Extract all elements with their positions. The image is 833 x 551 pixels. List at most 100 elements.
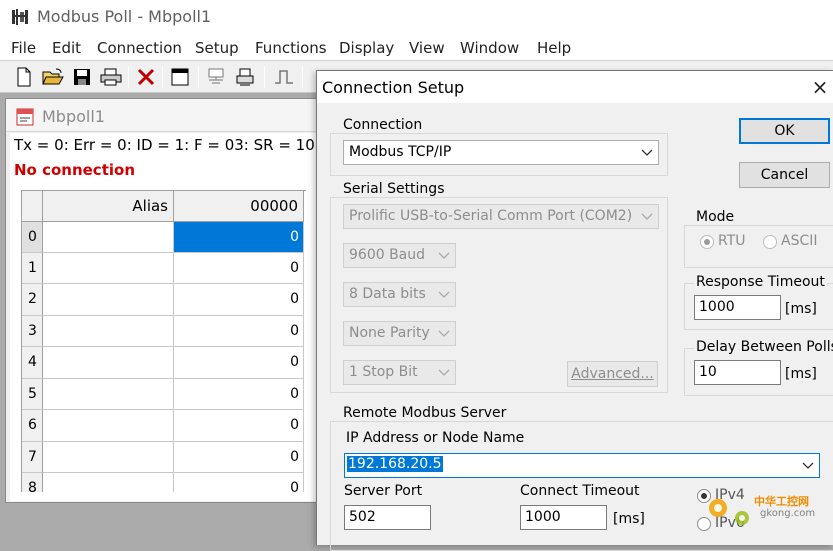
ok-button[interactable]: OK: [739, 118, 830, 144]
delete-icon[interactable]: [134, 65, 158, 89]
menu-connection[interactable]: Connection: [97, 39, 182, 57]
pulse-icon[interactable]: [272, 65, 296, 89]
chevron-down-icon: [438, 252, 450, 259]
response-timeout-unit: [ms]: [785, 301, 817, 317]
row-header[interactable]: 8: [22, 473, 43, 492]
row-header[interactable]: 3: [22, 316, 43, 347]
connection-type-select[interactable]: Modbus TCP/IP: [343, 140, 659, 165]
window-icon[interactable]: [168, 65, 192, 89]
register-grid: Alias 00000 0 0 1 0 2 0 3 0 4 0 5 0 6 0 …: [21, 190, 306, 492]
delay-label: Delay Between Polls: [694, 339, 833, 355]
delay-input[interactable]: 10: [694, 360, 781, 385]
mode-rtu-radio[interactable]: [700, 235, 714, 249]
watermark-text: 中华工控网: [754, 495, 809, 508]
menu-edit[interactable]: Edit: [52, 39, 81, 57]
ip-address-label: IP Address or Node Name: [346, 430, 525, 446]
server-port-input[interactable]: 502: [344, 505, 431, 530]
save-icon[interactable]: [70, 65, 94, 89]
connect-timeout-label: Connect Timeout: [520, 483, 640, 499]
child-title: Mbpoll1: [42, 107, 105, 126]
toolbar-separator: [162, 66, 163, 88]
app-title-bar: Modbus Poll - Mbpoll1: [0, 0, 833, 34]
column-header-address[interactable]: 00000: [174, 191, 304, 222]
connection-group-label: Connection: [341, 117, 425, 133]
column-header-alias[interactable]: Alias: [43, 191, 174, 222]
stop-bits-select[interactable]: 1 Stop Bit: [343, 360, 456, 385]
open-folder-icon[interactable]: [41, 65, 65, 89]
row-header[interactable]: 4: [22, 347, 43, 379]
parity-select[interactable]: None Parity: [343, 321, 456, 346]
toolbar-separator: [264, 66, 265, 88]
alias-cell[interactable]: [43, 379, 174, 410]
alias-cell[interactable]: [43, 222, 174, 253]
value-cell[interactable]: 0: [174, 442, 304, 473]
mode-ascii-radio[interactable]: [763, 235, 777, 249]
chevron-down-icon: [641, 149, 653, 156]
row-header[interactable]: 7: [22, 442, 43, 473]
value-cell[interactable]: 0: [174, 284, 304, 316]
status-line: Tx = 0: Err = 0: ID = 1: F = 03: SR = 10: [14, 136, 315, 154]
chevron-down-icon: [438, 291, 450, 298]
mode-ascii-label: ASCII: [781, 233, 818, 249]
advanced-button[interactable]: Advanced...: [567, 361, 658, 387]
serial-port-select[interactable]: Prolific USB-to-Serial Comm Port (COM2): [343, 204, 659, 229]
child-title-bar: Mbpoll1: [6, 99, 324, 132]
alias-cell[interactable]: [43, 253, 174, 284]
alias-cell[interactable]: [43, 316, 174, 347]
watermark-domain: gkong.com: [760, 508, 816, 519]
value-cell[interactable]: 0: [174, 347, 304, 379]
row-header[interactable]: 5: [22, 379, 43, 410]
new-file-icon[interactable]: [12, 65, 36, 89]
chevron-down-icon: [438, 369, 450, 376]
value-cell[interactable]: 0: [174, 379, 304, 410]
dialog-title-bar: Connection Setup ×: [317, 71, 833, 103]
chevron-down-icon: [802, 462, 814, 469]
toolbar-separator: [198, 66, 199, 88]
printer-tray-icon[interactable]: [233, 65, 257, 89]
mbpoll1-window: Mbpoll1 Tx = 0: Err = 0: ID = 1: F = 03:…: [5, 98, 325, 503]
baud-select[interactable]: 9600 Baud: [343, 243, 456, 268]
chevron-down-icon: [641, 213, 653, 220]
menu-bar: File Edit Connection Setup Functions Dis…: [0, 34, 833, 61]
alias-cell[interactable]: [43, 284, 174, 316]
value-cell[interactable]: 0: [174, 473, 304, 492]
chevron-down-icon: [438, 330, 450, 337]
alias-cell[interactable]: [43, 442, 174, 473]
communication-icon[interactable]: [204, 65, 228, 89]
delay-unit: [ms]: [785, 366, 817, 382]
connect-timeout-unit: [ms]: [613, 511, 645, 527]
row-header[interactable]: 2: [22, 284, 43, 316]
mode-group-label: Mode: [694, 209, 737, 225]
data-bits-select[interactable]: 8 Data bits: [343, 282, 456, 307]
menu-file[interactable]: File: [11, 39, 36, 57]
menu-setup[interactable]: Setup: [195, 39, 239, 57]
menu-view[interactable]: View: [409, 39, 445, 57]
cancel-button[interactable]: Cancel: [739, 162, 830, 188]
menu-help[interactable]: Help: [537, 39, 571, 57]
value-cell[interactable]: 0: [174, 410, 304, 442]
close-icon[interactable]: ×: [807, 75, 833, 99]
modbus-app-icon: [12, 9, 28, 25]
connection-setup-dialog: Connection Setup × Connection Modbus TCP…: [316, 70, 833, 551]
alias-cell[interactable]: [43, 473, 174, 492]
menu-functions[interactable]: Functions: [255, 39, 327, 57]
menu-display[interactable]: Display: [339, 39, 394, 57]
response-timeout-input[interactable]: 1000: [694, 295, 781, 320]
connect-timeout-input[interactable]: 1000: [520, 505, 607, 530]
ip-address-input[interactable]: 192.168.20.5: [344, 453, 820, 478]
row-header[interactable]: 0: [22, 222, 43, 253]
value-cell[interactable]: 0: [174, 316, 304, 347]
mode-rtu-label: RTU: [718, 233, 746, 249]
print-icon[interactable]: [99, 65, 123, 89]
response-timeout-label: Response Timeout: [694, 274, 827, 290]
alias-cell[interactable]: [43, 410, 174, 442]
row-header[interactable]: 6: [22, 410, 43, 442]
no-connection-label: No connection: [14, 161, 135, 179]
value-cell[interactable]: 0: [174, 222, 304, 253]
alias-cell[interactable]: [43, 347, 174, 379]
dialog-title: Connection Setup: [322, 78, 465, 97]
remote-server-label: Remote Modbus Server: [341, 405, 509, 421]
row-header[interactable]: 1: [22, 253, 43, 284]
value-cell[interactable]: 0: [174, 253, 304, 284]
menu-window[interactable]: Window: [460, 39, 519, 57]
